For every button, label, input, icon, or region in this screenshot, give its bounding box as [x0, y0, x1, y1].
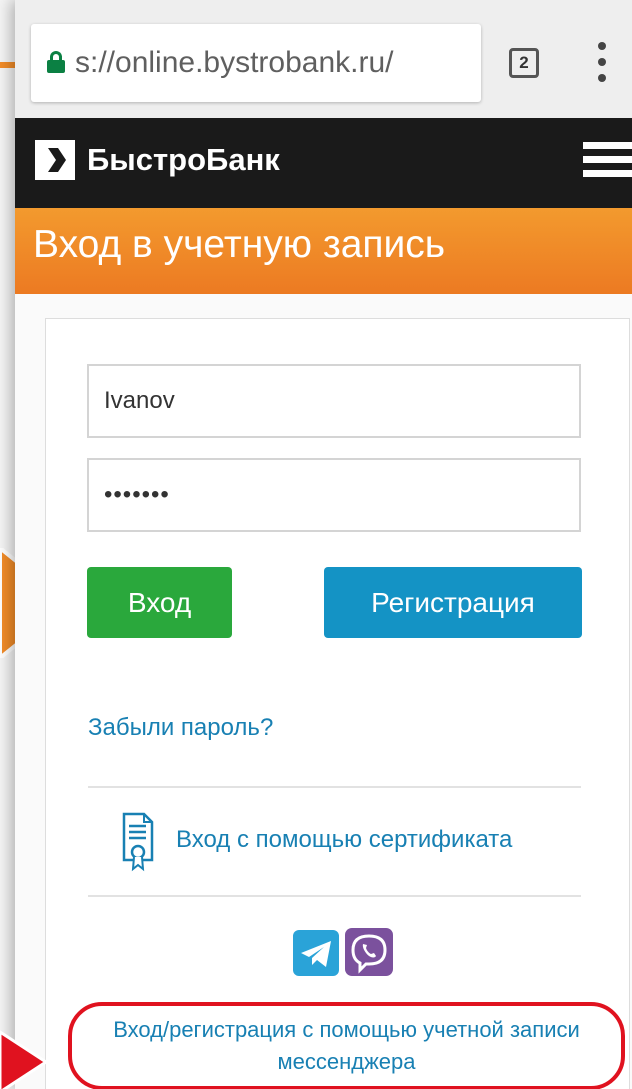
url-text: s://online.bystrobank.ru/ [75, 46, 394, 79]
brand-logo-text[interactable]: БыстроБанк [87, 140, 280, 180]
hamburger-icon[interactable] [583, 138, 632, 182]
login-button[interactable]: Вход [87, 567, 232, 638]
tab-count: 2 [519, 53, 529, 72]
chevron-right-icon [35, 140, 75, 180]
forgot-password-link[interactable]: Забыли пароль? [88, 714, 273, 742]
page-title: Вход в учетную запись [33, 223, 446, 266]
lock-icon [47, 51, 65, 73]
phone-frame: s://online.bystrobank.ru/ 2 БыстроБанк В… [15, 0, 632, 1089]
divider [88, 895, 581, 897]
login-field[interactable]: Ivanov [87, 364, 581, 438]
certificate-icon[interactable] [122, 812, 154, 872]
messenger-login-text: Вход/регистрация с помощью учетной запис… [113, 1017, 580, 1074]
address-bar[interactable]: s://online.bystrobank.ru/ [31, 24, 481, 102]
telegram-icon[interactable] [293, 930, 339, 976]
certificate-login-link[interactable]: Вход с помощью сертификата [176, 826, 512, 854]
messenger-login-link[interactable]: Вход/регистрация с помощью учетной запис… [68, 1002, 625, 1089]
divider [88, 786, 581, 788]
annotation-arrow-red [0, 1030, 48, 1089]
register-button[interactable]: Регистрация [324, 567, 582, 638]
viber-icon[interactable] [345, 928, 393, 976]
browser-toolbar: s://online.bystrobank.ru/ 2 [15, 0, 632, 118]
password-field[interactable]: ••••••• [87, 458, 581, 532]
tab-switcher-icon[interactable]: 2 [509, 48, 539, 78]
more-vert-icon[interactable] [597, 42, 607, 82]
